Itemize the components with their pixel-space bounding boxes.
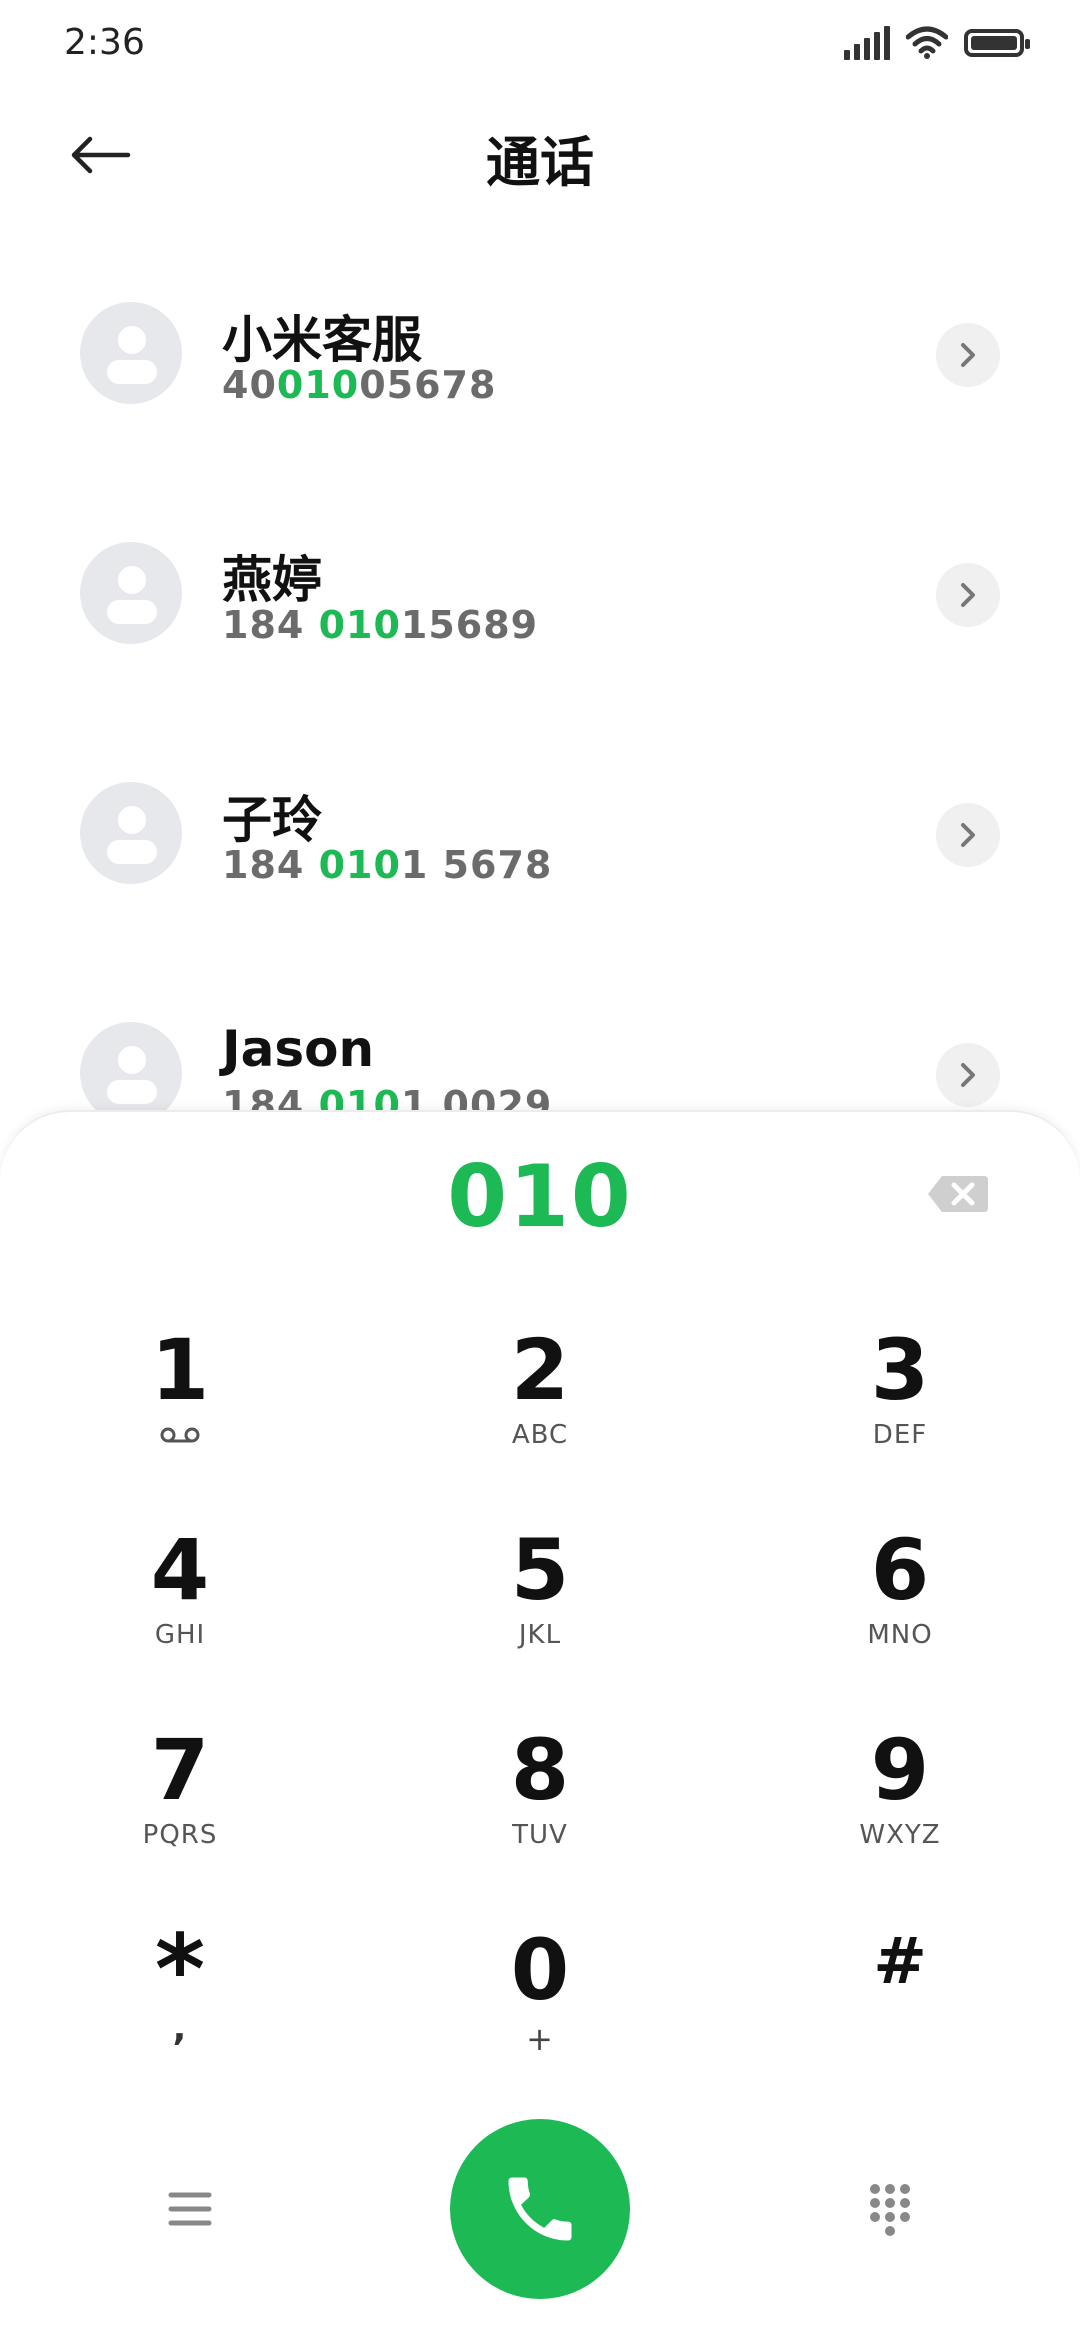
wifi-icon (906, 26, 948, 59)
contact-list: 小米客服 4001005678 燕婷 184 01015689 子玲 184 0… (0, 255, 1080, 1215)
voicemail-icon (160, 1427, 200, 1443)
avatar (80, 542, 182, 644)
contact-detail-button[interactable] (936, 323, 1000, 387)
chevron-right-icon (961, 583, 975, 607)
contact-name: 子玲 (222, 791, 322, 849)
key-5[interactable]: 5 JKL (410, 1522, 670, 1692)
menu-icon (168, 2192, 212, 2226)
call-button[interactable] (450, 2119, 630, 2299)
contact-name: 小米客服 (222, 311, 422, 369)
phone-icon (508, 2177, 572, 2241)
status-icons (844, 26, 1030, 60)
avatar (80, 1022, 182, 1124)
key-7[interactable]: 7 PQRS (50, 1722, 310, 1892)
dial-panel: 010 1 2 ABC 3 DEF 4 GHI 5 JKL 6 MNO 7 PQ… (0, 1110, 1080, 2342)
contact-number: 4001005678 (222, 363, 497, 407)
page-title: 通话 (486, 131, 594, 194)
key-hash[interactable]: # (770, 1922, 1030, 2092)
contact-row[interactable]: 燕婷 184 01015689 (0, 495, 1080, 735)
chevron-right-icon (961, 343, 975, 367)
dial-bottom-bar (0, 2112, 1080, 2312)
chevron-right-icon (961, 1063, 975, 1087)
key-1[interactable]: 1 (50, 1322, 310, 1492)
signal-icon (844, 26, 890, 60)
header: 通话 (0, 100, 1080, 210)
key-4[interactable]: 4 GHI (50, 1522, 310, 1692)
dialed-number: 010 (447, 1147, 633, 1247)
backspace-icon (928, 1176, 988, 1212)
backspace-button[interactable] (926, 1172, 990, 1216)
key-3[interactable]: 3 DEF (770, 1322, 1030, 1492)
key-star[interactable]: * , (50, 1922, 310, 2092)
avatar (80, 782, 182, 884)
status-time: 2:36 (64, 22, 145, 63)
contact-row[interactable]: 小米客服 4001005678 (0, 255, 1080, 495)
contact-detail-button[interactable] (936, 803, 1000, 867)
key-0[interactable]: 0 + (410, 1922, 670, 2092)
contact-detail-button[interactable] (936, 1043, 1000, 1107)
menu-button[interactable] (150, 2174, 230, 2244)
key-8[interactable]: 8 TUV (410, 1722, 670, 1892)
contact-number: 184 01015689 (222, 603, 539, 647)
contact-name: 燕婷 (222, 551, 322, 609)
chevron-right-icon (961, 823, 975, 847)
battery-icon (964, 29, 1030, 57)
contact-name: Jason (222, 1020, 375, 1078)
dialpad-toggle-button[interactable] (850, 2174, 930, 2244)
contact-detail-button[interactable] (936, 563, 1000, 627)
contact-row[interactable]: 子玲 184 0101 5678 (0, 735, 1080, 975)
key-2[interactable]: 2 ABC (410, 1322, 670, 1492)
key-6[interactable]: 6 MNO (770, 1522, 1030, 1692)
dialpad-icon (870, 2184, 910, 2236)
avatar (80, 302, 182, 404)
contact-number: 184 0101 5678 (222, 843, 553, 887)
key-9[interactable]: 9 WXYZ (770, 1722, 1030, 1892)
status-bar: 2:36 (0, 0, 1080, 90)
